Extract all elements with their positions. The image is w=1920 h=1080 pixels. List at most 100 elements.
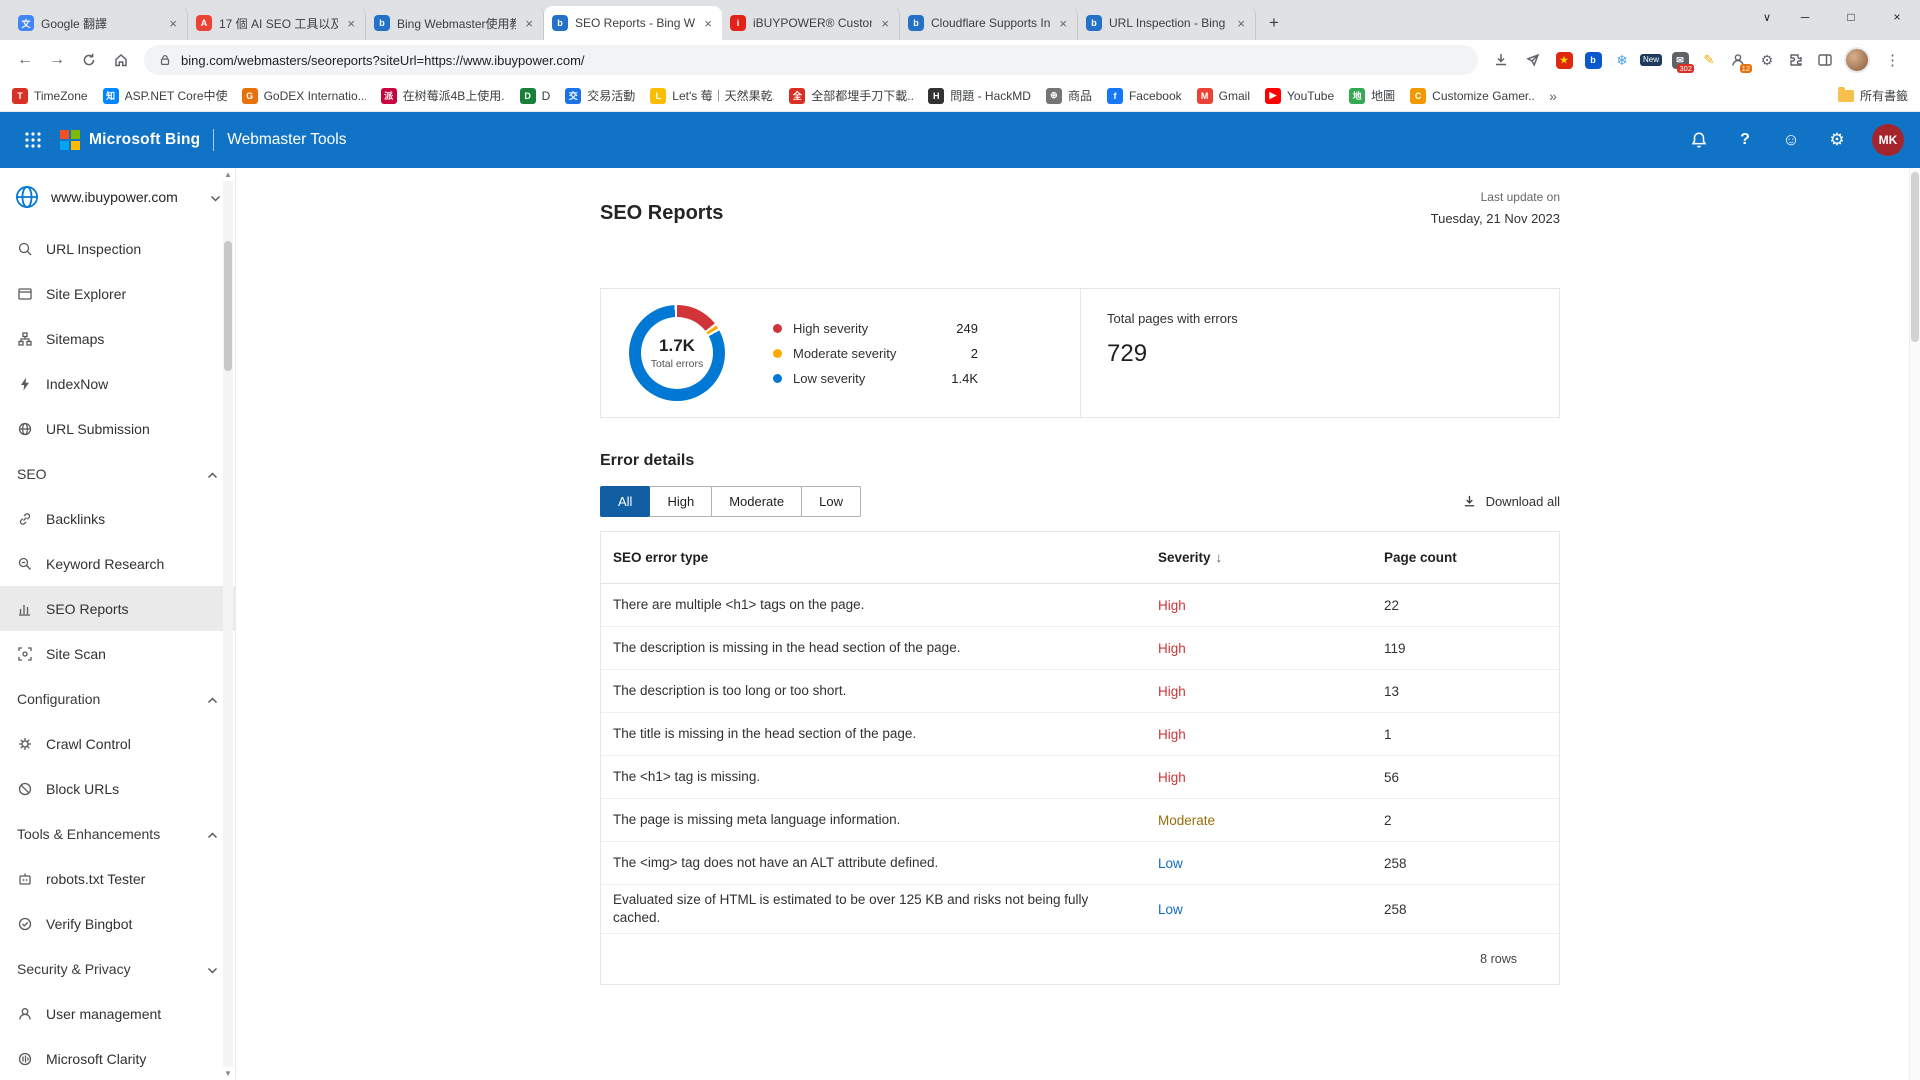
- help-icon[interactable]: ?: [1734, 129, 1756, 151]
- site-selector[interactable]: www.ibuypower.com: [0, 168, 235, 226]
- settings-gear-icon[interactable]: ⚙: [1826, 129, 1848, 151]
- bookmark-item[interactable]: 全全部都埋手刀下載...: [789, 87, 913, 104]
- sidebar-item-site-explorer[interactable]: Site Explorer: [0, 271, 235, 316]
- scrollbar-thumb[interactable]: [224, 241, 232, 371]
- feedback-smiley-icon[interactable]: ☺: [1780, 129, 1802, 151]
- browser-tab[interactable]: 文 Google 翻譯 ×: [10, 6, 188, 40]
- bookmark-item[interactable]: 地地圖: [1349, 87, 1395, 104]
- sidebar-item-site-scan[interactable]: Site Scan: [0, 631, 235, 676]
- download-all-button[interactable]: Download all: [1462, 494, 1560, 509]
- tab-search-caret-icon[interactable]: ∨: [1752, 0, 1782, 34]
- extensions-puzzle-icon[interactable]: [1786, 50, 1806, 70]
- sidebar-item-robots-tester[interactable]: robots.txt Tester: [0, 856, 235, 901]
- browser-tab[interactable]: b Cloudflare Supports IndexNo... ×: [900, 6, 1078, 40]
- sidebar-section-seo[interactable]: SEO: [0, 451, 235, 496]
- gear-extension-icon[interactable]: ⚙: [1757, 50, 1777, 70]
- address-bar[interactable]: bing.com/webmasters/seoreports?siteUrl=h…: [144, 45, 1478, 75]
- browser-menu-kebab-icon[interactable]: ⋮: [1879, 51, 1906, 69]
- bookmark-item[interactable]: MGmail: [1197, 88, 1250, 104]
- bookmark-item[interactable]: GGoDEX Internatio...: [242, 88, 366, 104]
- sidebar-item-keyword-research[interactable]: Keyword Research: [0, 541, 235, 586]
- browser-tab[interactable]: b Bing Webmaster使用教學，你... ×: [366, 6, 544, 40]
- bookmark-item[interactable]: DD: [520, 88, 551, 104]
- bookmark-item[interactable]: fFacebook: [1107, 88, 1182, 104]
- bookmark-item[interactable]: 知ASP.NET Core中使...: [103, 87, 227, 104]
- sidebar-section-configuration[interactable]: Configuration: [0, 676, 235, 721]
- bookmark-item[interactable]: CCustomize Gamer...: [1410, 88, 1534, 104]
- new-badge-extension-icon[interactable]: New: [1641, 50, 1661, 70]
- page-scrollbar-thumb[interactable]: [1911, 172, 1919, 342]
- tab-close-icon[interactable]: ×: [1057, 16, 1069, 31]
- user-avatar[interactable]: MK: [1872, 124, 1904, 156]
- window-close-icon[interactable]: ×: [1874, 0, 1920, 34]
- bookmark-item[interactable]: ▶YouTube: [1265, 88, 1334, 104]
- bookmark-item[interactable]: H問題 - HackMD: [928, 87, 1031, 104]
- side-panel-icon[interactable]: [1815, 50, 1835, 70]
- sidebar-item-verify-bingbot[interactable]: Verify Bingbot: [0, 901, 235, 946]
- bookmark-item[interactable]: LLet's 莓｜天然果乾...: [650, 87, 774, 104]
- browser-profile-avatar[interactable]: [1844, 47, 1870, 73]
- sidebar-item-backlinks[interactable]: Backlinks: [0, 496, 235, 541]
- scrollbar-track[interactable]: [223, 181, 233, 1067]
- sidebar-item-sitemaps[interactable]: Sitemaps: [0, 316, 235, 361]
- sidebar-section-security[interactable]: Security & Privacy: [0, 946, 235, 991]
- browser-tab[interactable]: i iBUYPOWER® Custom Gami... ×: [722, 6, 900, 40]
- new-tab-button[interactable]: +: [1260, 9, 1288, 37]
- window-maximize-icon[interactable]: □: [1828, 0, 1874, 34]
- sidebar-item-block-urls[interactable]: Block URLs: [0, 766, 235, 811]
- sidebar-item-url-inspection[interactable]: URL Inspection: [0, 226, 235, 271]
- browser-tab-active[interactable]: b SEO Reports - Bing Webmast... ×: [544, 6, 722, 40]
- column-page-count[interactable]: Page count: [1384, 550, 1559, 565]
- extensions-area: ★ b ❄ New ✉302 ✎ 12 ⚙ ⋮: [1550, 47, 1910, 73]
- bing-extension-icon[interactable]: b: [1583, 50, 1603, 70]
- filter-all-button[interactable]: All: [600, 486, 650, 517]
- clarity-icon: [17, 1051, 33, 1067]
- page-scrollbar[interactable]: [1909, 168, 1920, 1080]
- site-info-icon[interactable]: [158, 53, 172, 67]
- filter-low-button[interactable]: Low: [801, 486, 861, 517]
- all-bookmarks-button[interactable]: 所有書籤: [1838, 87, 1908, 104]
- mail-extension-icon[interactable]: ✉302: [1670, 50, 1690, 70]
- filter-high-button[interactable]: High: [649, 486, 712, 517]
- scroll-down-arrow-icon[interactable]: ▼: [224, 1069, 232, 1078]
- forward-icon[interactable]: →: [42, 45, 72, 75]
- sidebar-item-url-submission[interactable]: URL Submission: [0, 406, 235, 451]
- scroll-up-arrow-icon[interactable]: ▲: [224, 170, 232, 179]
- tab-close-icon[interactable]: ×: [879, 16, 891, 31]
- browser-tab[interactable]: A 17 個 AI SEO 工具以及 2023 年... ×: [188, 6, 366, 40]
- tab-close-icon[interactable]: ×: [345, 16, 357, 31]
- tab-close-icon[interactable]: ×: [167, 16, 179, 31]
- sidebar-item-user-management[interactable]: User management: [0, 991, 235, 1036]
- browser-tab[interactable]: b URL Inspection - Bing Webma... ×: [1078, 6, 1256, 40]
- back-icon[interactable]: ←: [10, 45, 40, 75]
- bookmark-item[interactable]: TTimeZone: [12, 88, 88, 104]
- sidebar-item-crawl-control[interactable]: Crawl Control: [0, 721, 235, 766]
- sidebar-item-seo-reports[interactable]: SEO Reports: [0, 586, 235, 631]
- window-minimize-icon[interactable]: ─: [1782, 0, 1828, 34]
- sidebar-item-indexnow[interactable]: IndexNow: [0, 361, 235, 406]
- tab-close-icon[interactable]: ×: [523, 16, 535, 31]
- refresh-icon[interactable]: [74, 45, 104, 75]
- product-title[interactable]: Webmaster Tools: [227, 131, 346, 149]
- bookmark-item[interactable]: 派在树莓派4B上使用...: [381, 87, 505, 104]
- tab-close-icon[interactable]: ×: [702, 16, 714, 31]
- waffle-menu-icon[interactable]: [16, 123, 50, 157]
- pen-extension-icon[interactable]: ✎: [1699, 50, 1719, 70]
- download-icon[interactable]: [1486, 45, 1516, 75]
- snowflake-extension-icon[interactable]: ❄: [1612, 50, 1632, 70]
- user-extension-icon[interactable]: 12: [1728, 50, 1748, 70]
- notifications-bell-icon[interactable]: [1688, 129, 1710, 151]
- tab-close-icon[interactable]: ×: [1235, 16, 1247, 31]
- sidebar-item-microsoft-clarity[interactable]: Microsoft Clarity: [0, 1036, 235, 1080]
- bookmark-item[interactable]: 交交易活動: [565, 87, 635, 104]
- bookmark-item[interactable]: ⊕商品: [1046, 87, 1092, 104]
- sidebar-section-tools[interactable]: Tools & Enhancements: [0, 811, 235, 856]
- home-icon[interactable]: [106, 45, 136, 75]
- brand-title[interactable]: Microsoft Bing: [89, 131, 200, 149]
- bookmarks-overflow-icon[interactable]: »: [1549, 88, 1557, 104]
- sidebar-scrollbar[interactable]: ▲ ▼: [222, 170, 234, 1078]
- filter-moderate-button[interactable]: Moderate: [711, 486, 802, 517]
- flag-extension-icon[interactable]: ★: [1554, 50, 1574, 70]
- share-icon[interactable]: [1518, 45, 1548, 75]
- column-severity[interactable]: Severity↓: [1158, 550, 1384, 565]
